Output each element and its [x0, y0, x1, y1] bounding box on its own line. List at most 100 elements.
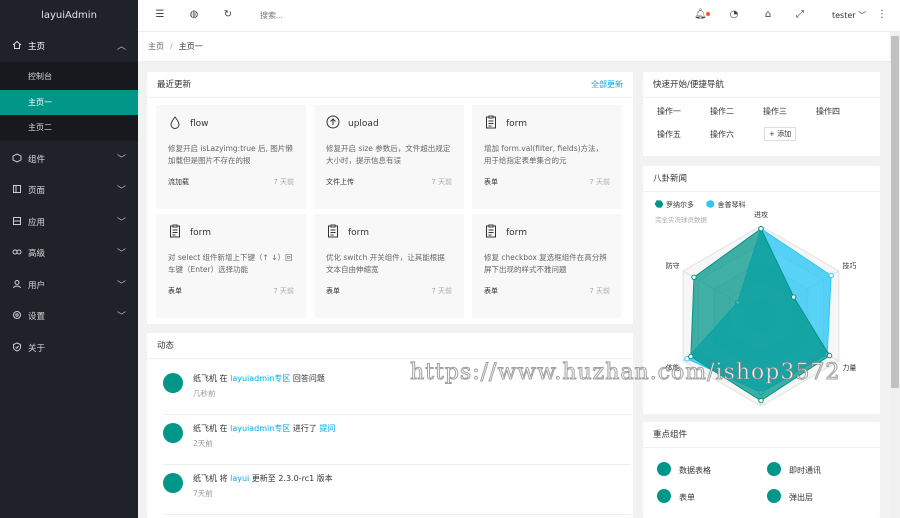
update-time: 7 天前: [431, 287, 452, 295]
update-card[interactable]: flow 修复开启 isLazyimg:true 后, 图片懒加载但是图片不存在的…: [156, 105, 306, 209]
update-title: flow: [190, 119, 209, 129]
chevron-down-icon: ﹀: [858, 11, 867, 20]
activity-action: 进行了: [292, 424, 317, 433]
all-updates-link[interactable]: 全部更新: [591, 72, 623, 98]
form-icon: [170, 224, 180, 238]
component-label: 数据表格: [679, 466, 711, 475]
update-desc: 修复 checkbox 复选框组件在高分辨屏下出现的样式不雅问题: [484, 253, 607, 274]
scrollbar-thumb[interactable]: [891, 36, 899, 388]
activity-link[interactable]: layui: [230, 474, 249, 483]
radar-indicator-label: 体能: [666, 363, 680, 372]
activity-verb: 在: [219, 424, 228, 433]
activity-time: 7天前: [193, 489, 213, 498]
sidebar-item-label: 关于: [28, 343, 46, 354]
card-title: 重点组件: [653, 430, 688, 440]
more-icon[interactable]: ⋮: [876, 9, 888, 21]
chevron-down-icon: ﹀: [116, 249, 126, 259]
activity-link[interactable]: 提问: [319, 424, 335, 433]
update-card[interactable]: form 增加 form.val(filter, fields)方法，用于给指定表…: [472, 105, 622, 209]
update-footer: 流加载 7 天前: [168, 177, 294, 187]
drop-icon: [170, 116, 180, 129]
sidebar-subitem-home1[interactable]: 主页一: [0, 89, 138, 115]
activity-item: 纸飞机 在 layuiadmin专区 进行了 提问 2天前: [163, 419, 631, 465]
card-title: 动态: [157, 341, 175, 351]
chevron-up-icon: ︿: [116, 42, 126, 52]
sidebar-subitem-console[interactable]: 控制台: [0, 64, 138, 90]
update-tag: 表单: [326, 287, 340, 295]
quick-action[interactable]: 操作四: [816, 106, 840, 117]
update-card[interactable]: form 优化 switch 开关组件，让其能根据文本自由伸缩宽 表单 7 天前: [314, 214, 464, 318]
update-card[interactable]: upload 修复开启 size 参数后，文件超出规定大小时，提示信息有误 文件上传…: [314, 105, 464, 209]
card-title: 最近更新: [157, 80, 192, 90]
sidebar-subitem-home2[interactable]: 主页二: [0, 115, 138, 141]
sidebar-item-component[interactable]: 组件 ﹀: [0, 145, 138, 177]
refresh-icon[interactable]: ↻: [222, 9, 234, 21]
component-label: 表单: [679, 493, 695, 502]
update-title-row: form: [484, 224, 610, 242]
update-footer: 文件上传 7 天前: [326, 177, 452, 187]
breadcrumb-home[interactable]: 主页: [148, 42, 164, 51]
quick-nav-card: 快速开始/便捷导航 操作一 操作二 操作三 操作四 操作五 操作六 + 添加: [643, 72, 880, 156]
activity-link[interactable]: layuiadmin专区: [230, 424, 290, 433]
activity-item: 纸飞机 将 layui 更新至 2.3.0-rc1 版本 7天前: [163, 469, 631, 515]
form-icon: [328, 224, 338, 238]
radar-point[interactable]: [791, 294, 797, 300]
update-title: form: [506, 228, 527, 238]
tag-icon[interactable]: ⌂: [762, 9, 774, 21]
component-icon: [767, 462, 781, 476]
activity-user: 纸飞机: [193, 374, 217, 383]
sidebar-item-set[interactable]: 设置 ﹀: [0, 302, 138, 334]
component-item[interactable]: 表单: [657, 489, 695, 503]
fullscreen-icon[interactable]: ⤢: [794, 9, 806, 21]
search-input[interactable]: [260, 7, 380, 25]
sidebar-item-home[interactable]: 主页 ︿: [0, 32, 138, 62]
avatar: [163, 473, 183, 493]
activity-link[interactable]: layuiadmin专区: [230, 374, 290, 383]
sidebar-item-user[interactable]: 用户 ﹀: [0, 271, 138, 303]
component-item[interactable]: 弹出层: [767, 489, 813, 503]
update-title-row: form: [484, 115, 610, 133]
theme-icon[interactable]: ◔: [728, 9, 740, 21]
update-title-row: form: [168, 224, 294, 242]
component-label: 即时通讯: [789, 466, 821, 475]
quick-action[interactable]: 操作一: [657, 106, 681, 117]
activity-action: 回答问题: [292, 374, 325, 383]
chevron-down-icon: ﹀: [116, 280, 126, 291]
card-header: 最近更新 全部更新: [147, 72, 633, 98]
globe-icon[interactable]: ◍: [188, 9, 200, 21]
breadcrumb: 主页 / 主页一: [138, 32, 890, 62]
sidebar-item-app[interactable]: 应用 ﹀: [0, 208, 138, 240]
component-item[interactable]: 即时通讯: [767, 462, 821, 476]
card-header: 重点组件: [643, 422, 880, 448]
radar-point[interactable]: [826, 352, 833, 359]
activity-user: 纸飞机: [193, 424, 217, 433]
card-header: 快速开始/便捷导航: [643, 72, 880, 98]
component-item[interactable]: 数据表格: [657, 462, 711, 476]
sidebar-item-page[interactable]: 页面 ﹀: [0, 176, 138, 208]
sidebar-item-about[interactable]: 关于: [0, 334, 138, 366]
user-menu[interactable]: tester ﹀: [832, 10, 866, 21]
quick-action[interactable]: 操作三: [763, 106, 787, 117]
update-footer: 表单 7 天前: [326, 286, 452, 296]
notification-dot: [706, 12, 710, 16]
breadcrumb-current: 主页一: [178, 42, 203, 51]
quick-action[interactable]: 操作六: [710, 129, 734, 140]
add-quick-button[interactable]: + 添加: [764, 127, 797, 141]
update-card[interactable]: form 修复 checkbox 复选框组件在高分辨屏下出现的样式不雅问题 表单 7 …: [472, 214, 622, 318]
menu-toggle-icon[interactable]: ☰: [154, 9, 166, 21]
update-card[interactable]: form 对 select 组件新增上下键（↑ ↓）回车键（Enter）选择功能表…: [156, 214, 306, 318]
radar-point[interactable]: [758, 226, 764, 232]
form-icon: [486, 224, 496, 238]
sidebar-item-senior[interactable]: 高级 ﹀: [0, 239, 138, 271]
radar-point[interactable]: [688, 353, 694, 360]
radar-point[interactable]: [828, 272, 834, 279]
radar-point[interactable]: [691, 274, 697, 281]
bell-icon[interactable]: 🔔︎: [694, 9, 707, 21]
radar-point[interactable]: [758, 397, 764, 404]
sidebar-item-label: 高级: [28, 249, 46, 259]
username: tester: [832, 11, 856, 20]
quick-action[interactable]: 操作五: [657, 129, 681, 140]
quick-action[interactable]: 操作二: [710, 106, 734, 117]
activity-time: 2天前: [193, 439, 213, 448]
activity-action: 更新至 2.3.0-rc1 版本: [251, 474, 333, 483]
